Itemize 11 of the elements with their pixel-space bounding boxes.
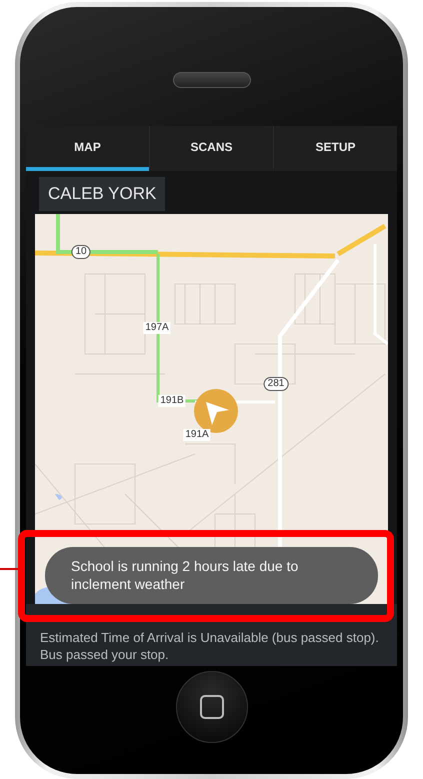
tab[interactable]: SCANS bbox=[149, 126, 273, 171]
stop-label: 191A bbox=[183, 429, 211, 441]
leader-line bbox=[0, 568, 18, 570]
student-name-label: CALEB YORK bbox=[39, 177, 166, 211]
notification-toast: School is running 2 hours late due to inclement weather bbox=[45, 547, 378, 604]
stop-label: 191B bbox=[158, 395, 186, 407]
tab[interactable]: SETUP bbox=[273, 126, 397, 171]
tab[interactable]: MAP bbox=[26, 126, 149, 171]
square-icon bbox=[200, 695, 224, 719]
route-shield-label: 281 bbox=[264, 377, 288, 391]
stop-label: 197A bbox=[143, 322, 171, 334]
